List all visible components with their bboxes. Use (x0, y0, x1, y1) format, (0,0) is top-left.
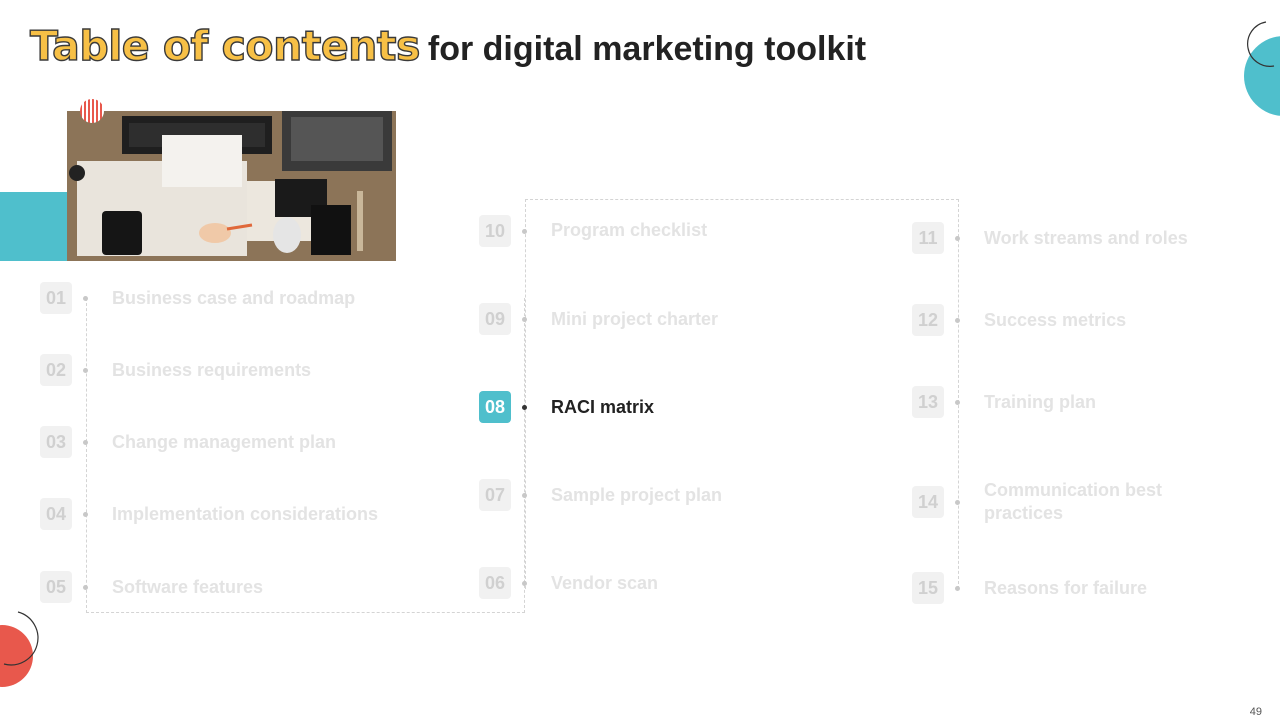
toc-item-01[interactable]: 01 Business case and roadmap (40, 282, 355, 314)
title-main: Table of contents (29, 21, 421, 70)
page-title: Table of contents for digital marketing t… (29, 21, 867, 70)
toc-number: 14 (912, 486, 944, 518)
toc-number: 12 (912, 304, 944, 336)
toc-number: 13 (912, 386, 944, 418)
bullet-dot (955, 585, 960, 591)
toc-number: 09 (479, 303, 511, 335)
bullet-dot (955, 235, 960, 241)
toc-label: Mini project charter (551, 308, 719, 329)
toc-number: 08 (479, 391, 511, 423)
toc-label: Training plan (984, 391, 1097, 412)
bullet-dot (955, 399, 960, 405)
toc-label: RACI matrix (551, 396, 655, 417)
toc-item-04[interactable]: 04 Implementation considerations (40, 498, 378, 530)
accent-block (0, 192, 67, 261)
decorative-circle-bottom-left (0, 611, 39, 687)
toc-item-10[interactable]: 10 Program checklist (479, 215, 707, 247)
toc-label: Program checklist (551, 219, 708, 240)
toc-item-14[interactable]: 14 Communication best practices (912, 479, 1199, 525)
toc-item-08[interactable]: 08 RACI matrix (479, 391, 654, 423)
toc-label: Sample project plan (551, 484, 723, 505)
decorative-striped-dot (80, 99, 104, 123)
bullet-dot (522, 316, 527, 322)
page-number: 49 (1249, 706, 1262, 718)
bullet-dot (83, 367, 88, 373)
toc-label: Success metrics (984, 309, 1127, 330)
toc-label: Communication best practices (984, 480, 1163, 523)
bullet-dot (522, 404, 527, 410)
toc-item-11[interactable]: 11 Work streams and roles (912, 222, 1188, 254)
toc-item-07[interactable]: 07 Sample project plan (479, 479, 722, 511)
toc-item-13[interactable]: 13 Training plan (912, 386, 1096, 418)
toc-number: 10 (479, 215, 511, 247)
toc-label: Implementation considerations (112, 503, 379, 524)
toc-label: Change management plan (112, 431, 337, 452)
toc-label: Business requirements (112, 359, 312, 380)
toc-item-05[interactable]: 05 Software features (40, 571, 263, 603)
toc-item-09[interactable]: 09 Mini project charter (479, 303, 718, 335)
bullet-dot (83, 295, 88, 301)
workspace-photo (67, 111, 396, 261)
toc-item-06[interactable]: 06 Vendor scan (479, 567, 658, 599)
toc-label: Business case and roadmap (112, 287, 356, 308)
toc-item-03[interactable]: 03 Change management plan (40, 426, 336, 458)
toc-number: 05 (40, 571, 72, 603)
toc-number: 02 (40, 354, 72, 386)
bullet-dot (83, 511, 88, 517)
bullet-dot (522, 580, 527, 586)
toc-label: Work streams and roles (984, 227, 1188, 248)
toc-number: 03 (40, 426, 72, 458)
toc-number: 06 (479, 567, 511, 599)
decorative-circle-top-right (1244, 21, 1280, 116)
bullet-dot (522, 492, 527, 498)
toc-label: Reasons for failure (984, 577, 1148, 598)
toc-label: Software features (112, 576, 264, 597)
toc-number: 04 (40, 498, 72, 530)
toc-label: Vendor scan (551, 572, 659, 593)
bullet-dot (83, 584, 88, 590)
bullet-dot (83, 439, 88, 445)
bullet-dot (522, 228, 527, 234)
bullet-dot (955, 499, 960, 505)
toc-item-15[interactable]: 15 Reasons for failure (912, 572, 1147, 604)
toc-number: 15 (912, 572, 944, 604)
toc-item-12[interactable]: 12 Success metrics (912, 304, 1126, 336)
title-subtitle: for digital marketing toolkit (427, 30, 867, 68)
toc-number: 11 (912, 222, 944, 254)
toc-item-02[interactable]: 02 Business requirements (40, 354, 311, 386)
toc-number: 01 (40, 282, 72, 314)
toc-number: 07 (479, 479, 511, 511)
bullet-dot (955, 317, 960, 323)
